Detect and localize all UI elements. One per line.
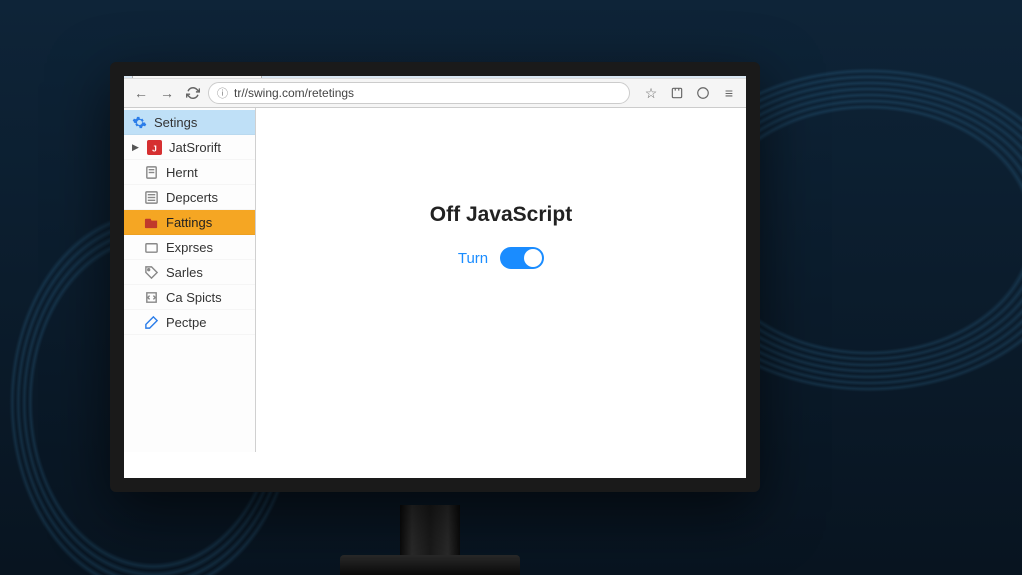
sidebar-item-depcerts[interactable]: Depcerts xyxy=(124,185,255,210)
pen-icon xyxy=(144,315,159,330)
sidebar-item-sarles[interactable]: Sarles xyxy=(124,260,255,285)
monitor-base xyxy=(340,555,520,575)
sidebar-item-fattings[interactable]: Fattings xyxy=(124,210,255,235)
javascript-toggle-row: Turn xyxy=(458,247,544,269)
sidebar-item-label: Pectpe xyxy=(166,315,206,330)
window-maximize-button[interactable]: ☐ xyxy=(690,62,716,72)
url-text: tr//swing.com/retetings xyxy=(234,86,354,100)
gear-icon xyxy=(132,115,147,130)
sidebar-item-label: JatSrorift xyxy=(169,140,221,155)
svg-text:J: J xyxy=(152,143,157,153)
chevron-right-icon: ▶ xyxy=(132,142,140,153)
sidebar-item-label: Sarles xyxy=(166,265,203,280)
back-button[interactable]: ← xyxy=(130,82,152,104)
profile-button[interactable] xyxy=(692,82,714,104)
sidebar-item-label: Exprses xyxy=(166,240,213,255)
sidebar-item-exprses[interactable]: Exprses xyxy=(124,235,255,260)
sidebar-item-label: Hernt xyxy=(166,165,198,180)
sidebar-item-pectpe[interactable]: Pectpe xyxy=(124,310,255,335)
window-close-button[interactable]: ✕ xyxy=(718,62,744,72)
folder-icon xyxy=(144,215,159,230)
browser-tabstrip: Niew Figerfielt × — ☐ ✕ xyxy=(124,62,746,78)
forward-button[interactable]: → xyxy=(156,82,178,104)
monitor-screen: Niew Figerfielt × — ☐ ✕ ← → ⓘ tr//swing.… xyxy=(110,62,760,492)
tab-title: Niew Figerfielt xyxy=(159,62,235,73)
bookmark-button[interactable]: ☆ xyxy=(640,82,662,104)
page-content: Setings ▶ J JatSrorift Hernt Depcerts xyxy=(124,108,746,452)
extension-button[interactable] xyxy=(666,82,688,104)
window-minimize-button[interactable]: — xyxy=(662,62,688,72)
address-bar[interactable]: ⓘ tr//swing.com/retetings xyxy=(208,82,630,104)
settings-sidebar: Setings ▶ J JatSrorift Hernt Depcerts xyxy=(124,108,256,452)
sidebar-item-caspicts[interactable]: Ca Spicts xyxy=(124,285,255,310)
site-info-icon: ⓘ xyxy=(217,85,228,101)
tab-close-button[interactable]: × xyxy=(245,62,253,73)
sidebar-item-javascript[interactable]: ▶ J JatSrorift xyxy=(124,135,255,160)
favicon-icon xyxy=(141,62,153,72)
toggle-label: Turn xyxy=(458,250,488,267)
menu-button[interactable]: ≡ xyxy=(718,82,740,104)
sidebar-item-label: Ca Spicts xyxy=(166,290,222,305)
browser-tab-active[interactable]: Niew Figerfielt × xyxy=(132,62,262,78)
javascript-toggle[interactable] xyxy=(500,247,544,269)
box-icon xyxy=(144,240,159,255)
reload-button[interactable] xyxy=(182,82,204,104)
tag-icon xyxy=(144,265,159,280)
sidebar-item-label: Depcerts xyxy=(166,190,218,205)
script-icon xyxy=(144,290,159,305)
doc-icon xyxy=(144,165,159,180)
sidebar-item-label: Setings xyxy=(154,115,197,130)
js-icon: J xyxy=(147,140,162,155)
sidebar-item-hernt[interactable]: Hernt xyxy=(124,160,255,185)
settings-main-panel: Off JavaScript Turn xyxy=(256,108,746,452)
browser-toolbar: ← → ⓘ tr//swing.com/retetings ☆ ≡ xyxy=(124,78,746,108)
setting-heading: Off JavaScript xyxy=(430,203,572,227)
new-tab-button[interactable] xyxy=(264,62,295,76)
sidebar-item-label: Fattings xyxy=(166,215,212,230)
sidebar-item-settings[interactable]: Setings xyxy=(124,110,255,135)
list-icon xyxy=(144,190,159,205)
